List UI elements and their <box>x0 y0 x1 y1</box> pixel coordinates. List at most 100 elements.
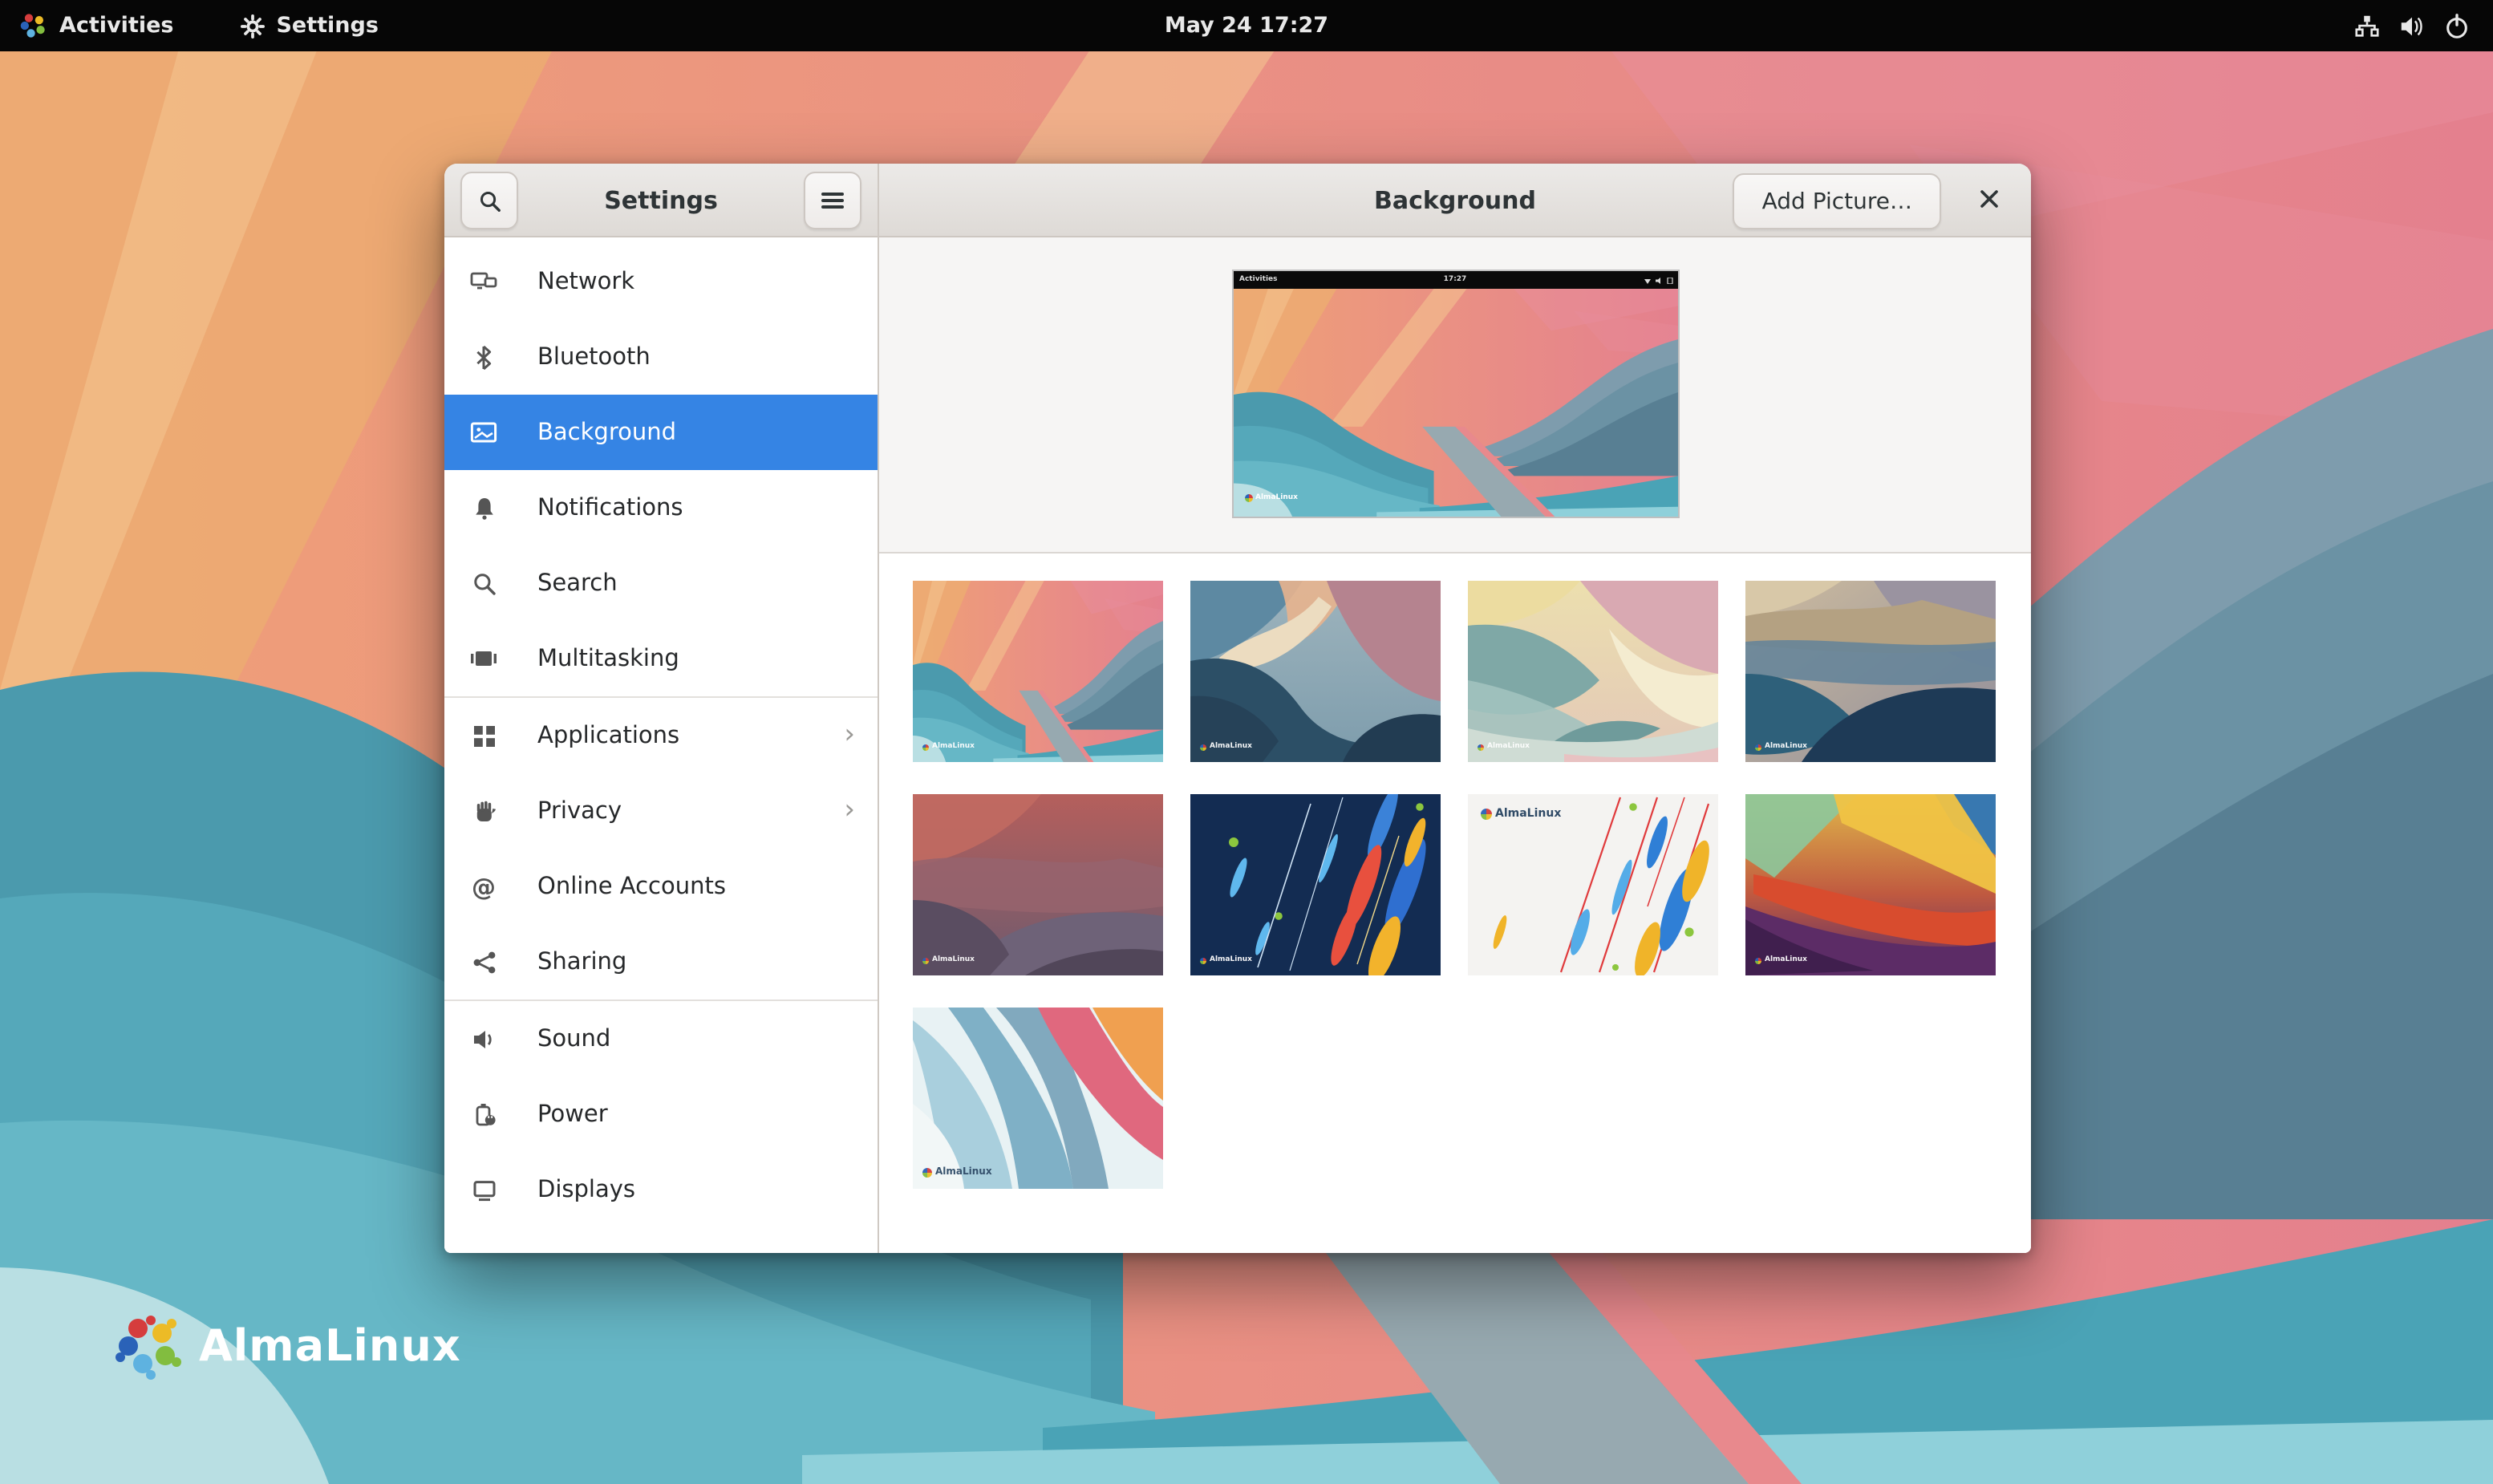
wallpaper-watermark: AlmaLinux <box>1200 743 1252 751</box>
app-menu-settings[interactable]: Settings <box>221 0 397 51</box>
app-menu-label: Settings <box>276 13 378 39</box>
preview-top-bar: Activities 17:27 <box>1233 271 1677 289</box>
add-picture-button[interactable]: Add Picture… <box>1733 173 1941 229</box>
battery-icon <box>470 1101 497 1128</box>
preview-volume-icon <box>1655 277 1661 283</box>
network-icon <box>470 268 497 295</box>
sidebar-item-label: Bluetooth <box>537 344 651 370</box>
current-background-preview-area: Activities 17:27 AlmaLinux <box>879 237 2031 553</box>
sidebar-item-network[interactable]: Network <box>444 244 878 319</box>
clock-label: May 24 17:27 <box>1165 13 1328 39</box>
close-icon <box>1978 188 2000 210</box>
desktop-preview: Activities 17:27 AlmaLinux <box>1231 270 1679 518</box>
search-icon <box>470 570 497 597</box>
settings-window: Settings Network Bluetooth <box>444 164 2031 1253</box>
close-button[interactable] <box>1967 176 2012 221</box>
sidebar-item-label: Applications <box>537 723 679 748</box>
wallpaper-thumbnail-paint-streaks-light[interactable]: AlmaLinux <box>1468 794 1718 975</box>
sidebar-item-privacy[interactable]: Privacy › <box>444 773 878 849</box>
sidebar-item-notifications[interactable]: Notifications <box>444 470 878 545</box>
sidebar-item-search[interactable]: Search <box>444 545 878 621</box>
sidebar-item-label: Multitasking <box>537 646 679 671</box>
applications-grid-icon <box>470 722 497 749</box>
brand-text: AlmaLinux <box>199 1321 461 1371</box>
sidebar-title: Settings <box>604 185 718 214</box>
desktop: AlmaLinux Activities Settings <box>0 0 2493 1484</box>
preview-wallpaper <box>1233 289 1677 517</box>
wallpaper-watermark: AlmaLinux <box>922 743 975 751</box>
sidebar-item-displays[interactable]: Displays <box>444 1152 878 1227</box>
sidebar-item-background[interactable]: Background <box>444 395 878 470</box>
chevron-right-icon: › <box>844 797 855 825</box>
wallpaper-thumbnail-sunset-gradient[interactable]: AlmaLinux <box>1745 794 1996 975</box>
sidebar-item-applications[interactable]: Applications › <box>444 698 878 773</box>
gear-icon <box>241 14 265 38</box>
wallpaper-thumbnail-coral-day-light[interactable]: AlmaLinux <box>913 1008 1163 1189</box>
sidebar-item-power[interactable]: Power <box>444 1077 878 1152</box>
wallpaper-watermark: AlmaLinux <box>1755 956 1807 964</box>
search-button[interactable] <box>460 172 518 229</box>
power-icon <box>2443 12 2471 39</box>
preview-brand-watermark: AlmaLinux <box>1244 494 1298 502</box>
primary-menu-button[interactable] <box>804 172 861 229</box>
preview-activities-label: Activities <box>1239 276 1278 284</box>
background-panel: Background Add Picture… Activities 17:27 <box>879 164 2031 1253</box>
add-picture-label: Add Picture… <box>1762 189 1912 214</box>
sidebar-item-label: Sharing <box>537 949 626 975</box>
wallpaper-grid-row: AlmaLinux AlmaLinux AlmaLinux AlmaLinux <box>913 581 2031 762</box>
speaker-icon <box>470 1025 497 1052</box>
wallpaper-watermark: AlmaLinux <box>1481 807 1561 820</box>
activities-label: Activities <box>59 13 173 39</box>
sidebar-headerbar[interactable]: Settings <box>444 164 878 237</box>
wired-network-icon <box>2353 12 2381 39</box>
wallpaper-thumbnail-pastel-hills[interactable]: AlmaLinux <box>1468 581 1718 762</box>
sidebar-item-online-accounts[interactable]: @ Online Accounts <box>444 849 878 924</box>
wallpaper-thumbnail-mountains-dusk[interactable]: AlmaLinux <box>1190 581 1441 762</box>
almalinux-swirl-icon <box>116 1312 183 1380</box>
sidebar-list: Network Bluetooth Background <box>444 237 878 1253</box>
brand-dot-icon <box>1244 494 1252 502</box>
bell-icon <box>470 494 497 521</box>
activities-button[interactable]: Activities <box>0 0 193 51</box>
panel-headerbar[interactable]: Background Add Picture… <box>879 164 2031 237</box>
share-icon <box>470 948 497 975</box>
sidebar-item-label: Power <box>537 1101 608 1127</box>
wallpaper-watermark: AlmaLinux <box>1478 743 1530 751</box>
multitasking-icon <box>470 645 497 672</box>
preview-status-icons <box>1644 271 1672 289</box>
wallpaper-thumbnail-sand-navy[interactable]: AlmaLinux <box>1745 581 1996 762</box>
sidebar-item-multitasking[interactable]: Multitasking <box>444 621 878 696</box>
wallpaper-grid-row: AlmaLinux AlmaLinux AlmaLinux AlmaLinux <box>913 794 2031 975</box>
hamburger-icon <box>821 193 844 209</box>
hand-icon <box>470 797 497 825</box>
sidebar-item-sound[interactable]: Sound <box>444 1001 878 1077</box>
monitor-icon <box>470 1176 497 1203</box>
sidebar-item-label: Network <box>537 269 634 294</box>
clock[interactable]: May 24 17:27 <box>1165 0 1328 51</box>
system-status-area[interactable] <box>2341 0 2483 51</box>
sidebar-item-label: Privacy <box>537 798 622 824</box>
chevron-right-icon: › <box>844 722 855 749</box>
wallpaper-grid: AlmaLinux AlmaLinux AlmaLinux AlmaLinux <box>879 553 2031 1253</box>
preview-battery-icon <box>1666 277 1672 283</box>
panel-title: Background <box>1374 185 1536 214</box>
sidebar-item-sharing[interactable]: Sharing <box>444 924 878 999</box>
wallpaper-thumbnail-paint-streaks-dark[interactable]: AlmaLinux <box>1190 794 1441 975</box>
sidebar-item-label: Background <box>537 420 676 445</box>
wallpaper-thumbnail-maroon-hills[interactable]: AlmaLinux <box>913 794 1163 975</box>
preview-clock-label: 17:27 <box>1444 276 1467 284</box>
sidebar-item-label: Online Accounts <box>537 874 726 899</box>
sidebar-item-label: Sound <box>537 1026 610 1052</box>
bluetooth-icon <box>470 343 497 371</box>
sidebar-item-label: Notifications <box>537 495 683 521</box>
at-symbol-icon: @ <box>470 873 497 900</box>
wallpaper-thumbnail-coral-day[interactable]: AlmaLinux <box>913 581 1163 762</box>
sidebar-item-label: Search <box>537 570 618 596</box>
settings-sidebar: Settings Network Bluetooth <box>444 164 879 1253</box>
sidebar-item-bluetooth[interactable]: Bluetooth <box>444 319 878 395</box>
top-bar: Activities Settings May 24 17:27 <box>0 0 2493 51</box>
wallpaper-watermark: AlmaLinux <box>922 1166 992 1178</box>
wallpaper-watermark: AlmaLinux <box>1200 956 1252 964</box>
volume-icon <box>2398 12 2426 39</box>
almalinux-logo: AlmaLinux <box>116 1312 461 1380</box>
